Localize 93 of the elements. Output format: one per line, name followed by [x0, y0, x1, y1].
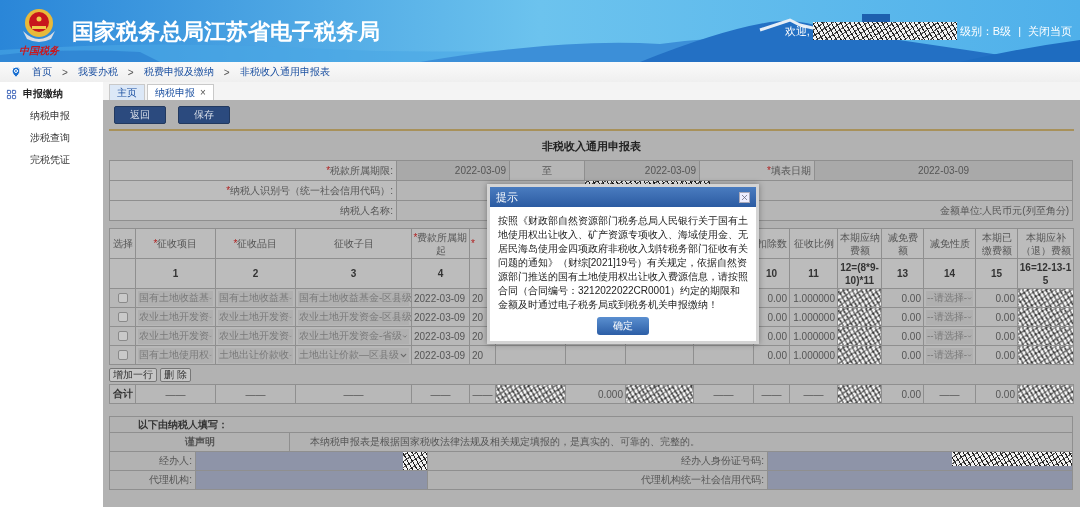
logo-caption: 中国税务 — [19, 44, 59, 56]
column-number: 1 — [135, 258, 216, 289]
column-number: 14 — [923, 258, 976, 289]
table-cell: —— — [753, 384, 790, 404]
column-header: 征收项目 — [157, 238, 198, 249]
required-mark: * — [226, 185, 231, 196]
statement-label: 谨声明 — [110, 433, 290, 451]
required-mark: * — [413, 231, 418, 243]
tab-close-button[interactable]: × — [200, 87, 206, 98]
tab[interactable]: 主页 — [109, 84, 145, 100]
close-icon[interactable] — [739, 191, 750, 203]
table-cell: 0.00 — [881, 384, 924, 404]
date-field[interactable]: 2022-03-09 — [397, 161, 510, 181]
required-mark: * — [471, 238, 475, 249]
dialog-message: 按照《财政部自然资源部门税务总局人民银行关于国有土地使用权出让收入、矿产资源专项收入、海域使用金、无居民海岛使用金四项政府非税收入划转税务部门征收有关问题的通知》（财综[2021]19号）有关规定，依据自然资源部门推送的国有土地使用权出让收入费源信息，请按照合同（合同编号：3212022022CR0001）约定的期限和金额及时通过电子税务局或到税务机关申报缴纳！ — [497, 214, 749, 312]
column-header: 选择 — [112, 238, 133, 249]
table-cell: —— — [923, 384, 976, 404]
breadcrumb-link[interactable]: 税费申报及缴纳 — [143, 65, 214, 79]
close-page-link[interactable]: 关闭当页 — [1028, 23, 1072, 39]
redaction-mosaic — [403, 452, 427, 470]
table-cell: —— — [295, 384, 412, 404]
welcome-text: 欢迎, — [784, 23, 810, 39]
column-number: 3 — [295, 258, 412, 289]
site-title: 国家税务总局江苏省电子税务局 — [72, 18, 380, 46]
table-cell: —— — [411, 384, 470, 404]
toolbar-button[interactable]: 返回 — [114, 106, 166, 124]
row-action-button[interactable]: 增加一行 — [109, 368, 157, 382]
column-number: 16=12-13-15 — [1017, 258, 1074, 289]
statement-text: 本纳税申报表是根据国家税收法律法规及相关规定填报的，是真实的、可靠的、完整的。 — [309, 435, 701, 449]
input-field[interactable] — [196, 471, 428, 489]
tab[interactable]: 纳税申报 × — [147, 84, 214, 100]
sidebar-item[interactable]: 纳税申报 — [0, 105, 103, 127]
redaction-mosaic — [1017, 384, 1074, 404]
column-header: 本期应纳费额 — [839, 231, 880, 256]
grid-icon — [6, 88, 17, 100]
breadcrumb-link[interactable]: 非税收入通用申报表 — [239, 65, 330, 79]
breadcrumb-separator: > — [62, 66, 68, 78]
column-number: 4 — [411, 258, 470, 289]
input-field[interactable] — [768, 471, 1072, 489]
row-checkbox[interactable] — [117, 331, 128, 341]
form-title: 非税收入通用申报表 — [541, 139, 642, 154]
table-cell: —— — [789, 384, 838, 404]
field-label: 税款所属期限: — [330, 163, 393, 178]
breadcrumb-link[interactable]: 我要办税 — [77, 65, 118, 79]
column-header: 征收子目 — [333, 238, 374, 249]
table-cell: —— — [215, 384, 296, 404]
field-label: 填表日期 — [771, 163, 811, 178]
required-mark: * — [767, 165, 771, 176]
table-cell: 0.00 — [975, 384, 1018, 404]
location-pin-icon — [10, 66, 22, 78]
dialog-title: 提示 — [496, 189, 518, 205]
table-cell: 0.000 — [565, 384, 626, 404]
redaction-mosaic — [495, 384, 566, 404]
row-checkbox[interactable] — [117, 312, 128, 322]
column-header: 减免性质 — [929, 238, 970, 249]
section-heading: 以下由纳税人填写： — [110, 417, 1072, 433]
amount-unit-note: 金额单位:人民币元(列至角分) — [939, 203, 1069, 218]
breadcrumb-link[interactable]: 首页 — [32, 65, 52, 79]
column-number: 2 — [215, 258, 296, 289]
column-header: 扣除数 — [756, 238, 787, 249]
credit-level: 级别：B级 — [959, 23, 1012, 39]
column-header: 征收比例 — [793, 238, 834, 249]
column-header: 本期应补（退）费额 — [1020, 231, 1071, 256]
redaction-mosaic — [837, 384, 882, 404]
input-field[interactable] — [196, 452, 428, 470]
separator-text: | — [1018, 25, 1021, 37]
required-mark: * — [233, 238, 238, 249]
column-header: 费款所属期起 — [417, 231, 468, 256]
sidebar-item[interactable]: 完税凭证 — [0, 149, 103, 171]
row-checkbox[interactable] — [117, 350, 128, 360]
table-cell: 至 — [510, 161, 585, 181]
required-mark: * — [326, 165, 331, 176]
field-label: 纳税人名称: — [340, 203, 393, 218]
breadcrumb-separator: > — [223, 66, 230, 78]
required-mark: * — [153, 238, 158, 249]
row-checkbox[interactable] — [117, 293, 128, 303]
redaction-mosaic — [625, 384, 694, 404]
table-cell: —— — [135, 384, 216, 404]
column-header: 征收品目 — [237, 238, 278, 249]
breadcrumb-separator: > — [127, 66, 134, 78]
input-field[interactable] — [768, 452, 1072, 470]
table-cell: —— — [469, 384, 496, 404]
column-header: 减免费额 — [887, 231, 918, 256]
sidebar-title: 申报缴纳 — [23, 87, 63, 101]
sidebar-item[interactable]: 涉税查询 — [0, 127, 103, 149]
confirm-button[interactable]: 确定 — [597, 317, 649, 335]
toolbar-button[interactable]: 保存 — [178, 106, 230, 124]
row-action-button[interactable]: 删 除 — [160, 368, 191, 382]
date-field[interactable]: 2022-03-09 — [585, 161, 700, 181]
table-cell: 合计 — [109, 384, 136, 404]
table-cell: —— — [693, 384, 754, 404]
column-header: 本期已缴费额 — [981, 231, 1012, 256]
date-field[interactable]: 2022-03-09 — [815, 161, 1073, 181]
